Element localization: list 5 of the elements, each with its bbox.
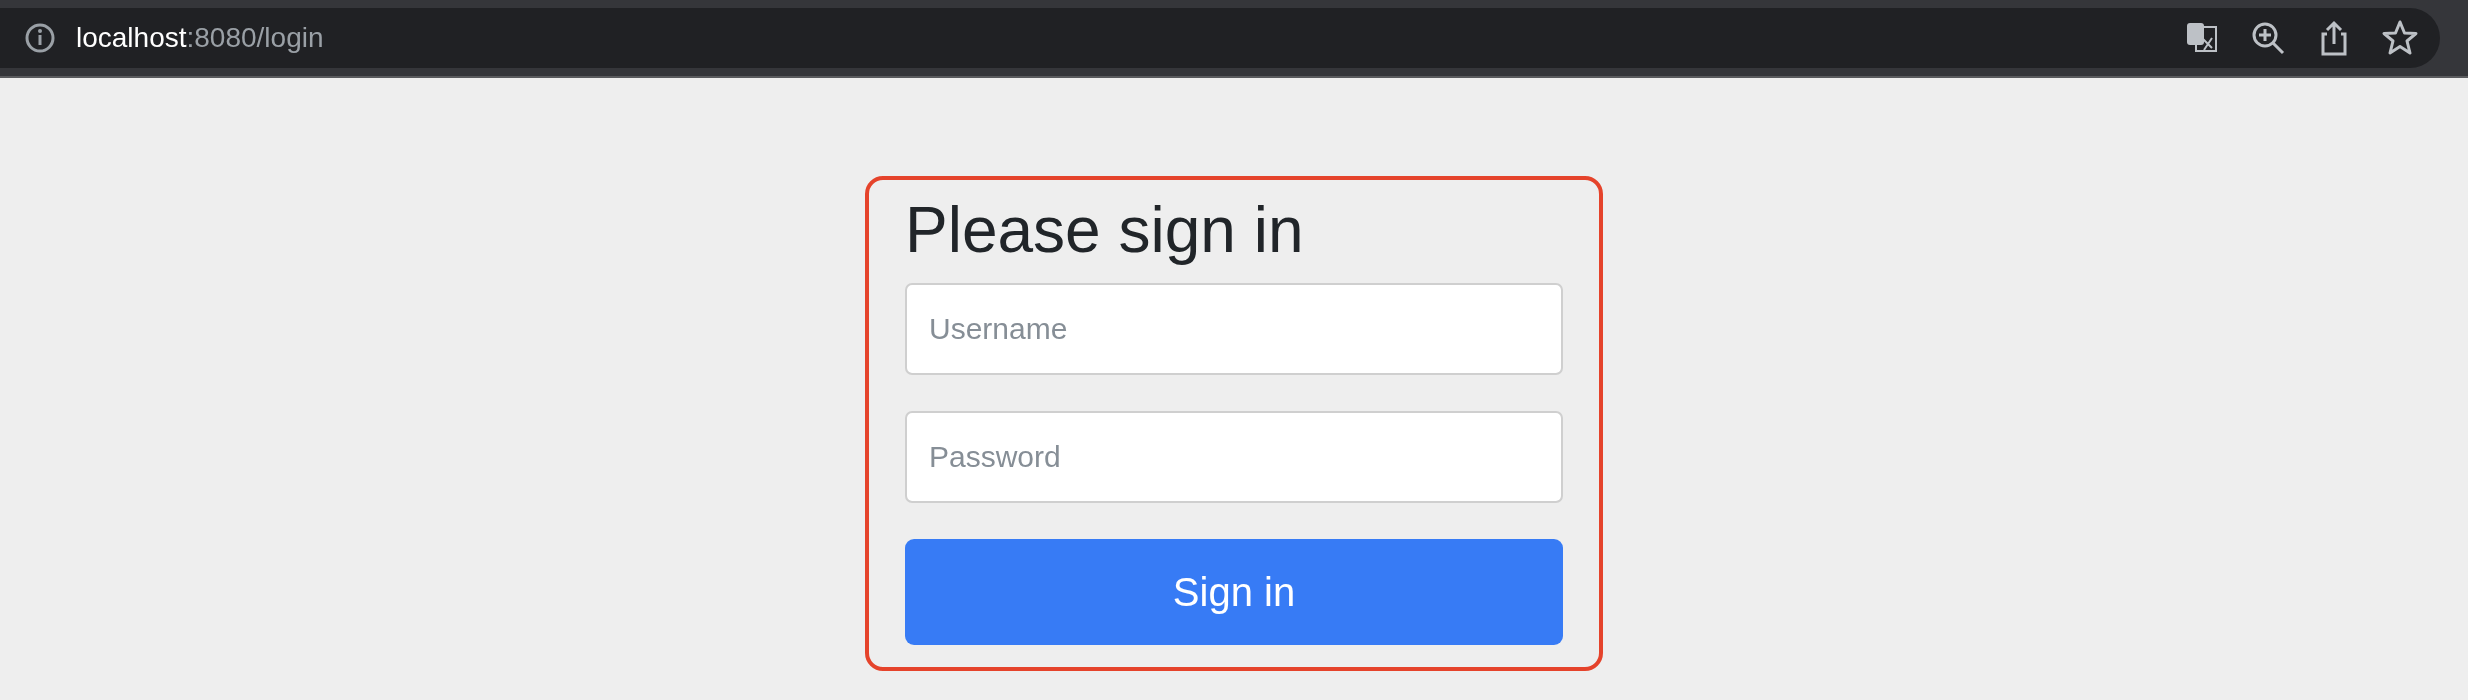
form-heading: Please sign in: [905, 193, 1305, 268]
sign-in-button[interactable]: Sign in: [905, 538, 1563, 645]
password-field[interactable]: Password: [905, 410, 1563, 503]
url-text[interactable]: localhost:8080/login: [76, 17, 324, 59]
username-field[interactable]: Username: [905, 282, 1563, 375]
